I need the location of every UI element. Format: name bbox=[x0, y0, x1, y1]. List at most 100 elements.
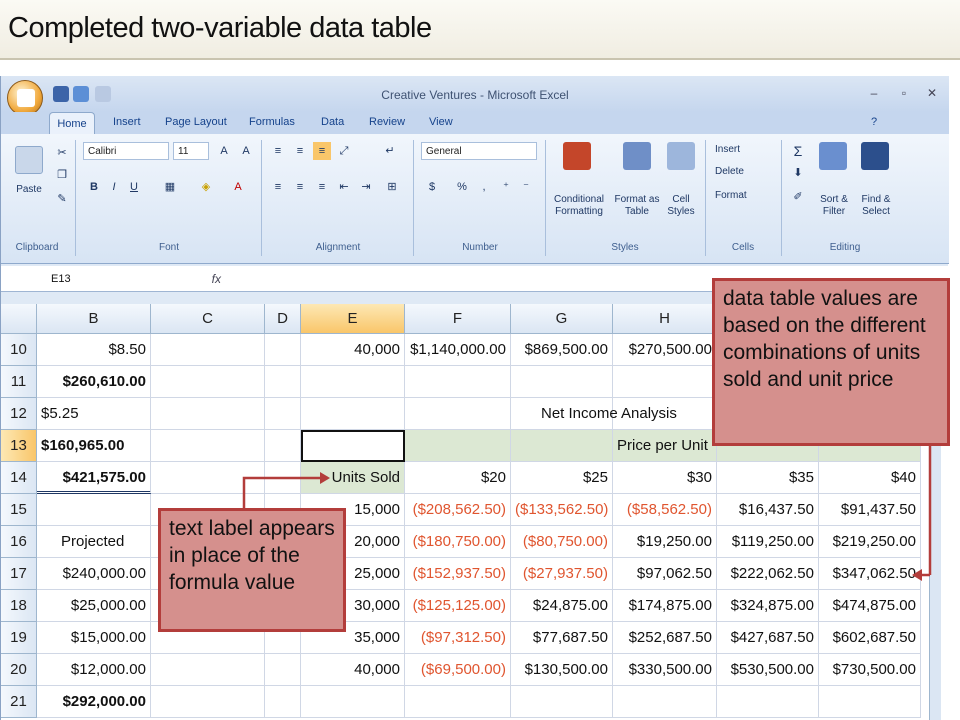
cell-g13[interactable] bbox=[511, 430, 613, 462]
align-middle-icon[interactable]: ≡ bbox=[291, 142, 309, 160]
cell-b20[interactable]: $12,000.00 bbox=[37, 654, 151, 686]
decrease-indent-icon[interactable]: ⇤ bbox=[335, 178, 353, 196]
row-header[interactable]: 11 bbox=[1, 366, 37, 398]
tab-formulas[interactable]: Formulas bbox=[249, 116, 295, 128]
cell-i14[interactable]: $35 bbox=[717, 462, 819, 494]
restore-icon[interactable]: ▫ bbox=[895, 86, 913, 100]
cell-c13[interactable] bbox=[151, 430, 265, 462]
percent-icon[interactable]: % bbox=[453, 178, 471, 196]
borders-icon[interactable]: ▦ bbox=[161, 178, 179, 196]
row-header[interactable]: 12 bbox=[1, 398, 37, 430]
align-bottom-icon[interactable]: ≡ bbox=[313, 142, 331, 160]
column-header-d[interactable]: D bbox=[265, 304, 301, 334]
function-icon[interactable]: fx bbox=[151, 270, 221, 288]
cell-styles-icon[interactable] bbox=[667, 142, 695, 170]
shrink-font-icon[interactable]: A bbox=[237, 142, 255, 160]
cell-b15[interactable] bbox=[37, 494, 151, 526]
cell-i16[interactable]: $119,250.00 bbox=[717, 526, 819, 558]
clear-icon[interactable]: ✐ bbox=[789, 188, 807, 206]
cell-g15[interactable]: ($133,562.50) bbox=[511, 494, 613, 526]
cell-b10[interactable]: $8.50 bbox=[37, 334, 151, 366]
cell-f18[interactable]: ($125,125.00) bbox=[405, 590, 511, 622]
column-header-h[interactable]: H bbox=[613, 304, 717, 334]
cell-f19[interactable]: ($97,312.50) bbox=[405, 622, 511, 654]
column-header-g[interactable]: G bbox=[511, 304, 613, 334]
cell-i15[interactable]: $16,437.50 bbox=[717, 494, 819, 526]
conditional-formatting-icon[interactable] bbox=[563, 142, 591, 170]
cell-j16[interactable]: $219,250.00 bbox=[819, 526, 921, 558]
cell-d20[interactable] bbox=[265, 654, 301, 686]
cell-d11[interactable] bbox=[265, 366, 301, 398]
cell-c14[interactable] bbox=[151, 462, 265, 494]
format-as-table-icon[interactable] bbox=[623, 142, 651, 170]
increase-indent-icon[interactable]: ⇥ bbox=[357, 178, 375, 196]
cell-f10[interactable]: $1,140,000.00 bbox=[405, 334, 511, 366]
cell-c12[interactable] bbox=[151, 398, 265, 430]
cell-f20[interactable]: ($69,500.00) bbox=[405, 654, 511, 686]
cell-j18[interactable]: $474,875.00 bbox=[819, 590, 921, 622]
row-header[interactable]: 19 bbox=[1, 622, 37, 654]
underline-icon[interactable]: U bbox=[125, 178, 143, 196]
cell-d12[interactable] bbox=[265, 398, 301, 430]
cell-g21[interactable] bbox=[511, 686, 613, 718]
number-format-select[interactable]: General bbox=[421, 142, 537, 160]
cell-f14[interactable]: $20 bbox=[405, 462, 511, 494]
paste-button[interactable]: Paste bbox=[9, 184, 49, 196]
find-select-button[interactable]: Find & Select bbox=[853, 194, 899, 218]
cell-j14[interactable]: $40 bbox=[819, 462, 921, 494]
format-cells-button[interactable]: Format bbox=[715, 190, 775, 202]
cell-i20[interactable]: $530,500.00 bbox=[717, 654, 819, 686]
comma-icon[interactable]: , bbox=[475, 178, 493, 196]
font-name-select[interactable]: Calibri bbox=[83, 142, 169, 160]
tab-page-layout[interactable]: Page Layout bbox=[165, 116, 227, 128]
cell-g10[interactable]: $869,500.00 bbox=[511, 334, 613, 366]
cell-b19[interactable]: $15,000.00 bbox=[37, 622, 151, 654]
cell-e13[interactable] bbox=[301, 430, 405, 462]
close-icon[interactable]: ✕ bbox=[923, 86, 941, 100]
cell-j20[interactable]: $730,500.00 bbox=[819, 654, 921, 686]
find-select-icon[interactable] bbox=[861, 142, 889, 170]
cell-b12[interactable]: $5.25 bbox=[37, 398, 151, 430]
cell-f11[interactable] bbox=[405, 366, 511, 398]
bold-icon[interactable]: B bbox=[85, 178, 103, 196]
align-left-icon[interactable]: ≡ bbox=[269, 178, 287, 196]
cell-c20[interactable] bbox=[151, 654, 265, 686]
format-as-table-button[interactable]: Format as Table bbox=[613, 194, 661, 218]
row-header[interactable]: 16 bbox=[1, 526, 37, 558]
cell-h11[interactable] bbox=[613, 366, 717, 398]
cell-f17[interactable]: ($152,937.50) bbox=[405, 558, 511, 590]
row-header[interactable]: 14 bbox=[1, 462, 37, 494]
increase-decimal-icon[interactable]: ⁺ bbox=[497, 178, 515, 196]
cell-c11[interactable] bbox=[151, 366, 265, 398]
cell-h21[interactable] bbox=[613, 686, 717, 718]
cell-j21[interactable] bbox=[819, 686, 921, 718]
paste-icon[interactable] bbox=[15, 146, 43, 174]
cell-g12[interactable]: Net Income Analysis bbox=[511, 398, 677, 430]
cell-g11[interactable] bbox=[511, 366, 613, 398]
cell-e14[interactable]: Units Sold bbox=[301, 462, 405, 494]
column-header-f[interactable]: F bbox=[405, 304, 511, 334]
cell-h13[interactable]: Price per Unit bbox=[613, 430, 717, 462]
tab-view[interactable]: View bbox=[429, 116, 453, 128]
cell-e12[interactable] bbox=[301, 398, 405, 430]
name-box[interactable]: E13 bbox=[7, 270, 147, 288]
row-header[interactable]: 20 bbox=[1, 654, 37, 686]
align-top-icon[interactable]: ≡ bbox=[269, 142, 287, 160]
tab-home[interactable]: Home bbox=[49, 112, 95, 136]
wrap-text-icon[interactable]: ↵ bbox=[381, 142, 399, 160]
cell-h14[interactable]: $30 bbox=[613, 462, 717, 494]
cell-f15[interactable]: ($208,562.50) bbox=[405, 494, 511, 526]
column-header-c[interactable]: C bbox=[151, 304, 265, 334]
cell-h20[interactable]: $330,500.00 bbox=[613, 654, 717, 686]
row-header[interactable]: 10 bbox=[1, 334, 37, 366]
row-header[interactable]: 17 bbox=[1, 558, 37, 590]
cell-g14[interactable]: $25 bbox=[511, 462, 613, 494]
sort-filter-icon[interactable] bbox=[819, 142, 847, 170]
cell-g19[interactable]: $77,687.50 bbox=[511, 622, 613, 654]
orientation-icon[interactable]: ⤢ bbox=[335, 142, 353, 160]
tab-review[interactable]: Review bbox=[369, 116, 405, 128]
autosum-icon[interactable]: Σ bbox=[789, 142, 807, 160]
format-painter-icon[interactable]: ✎ bbox=[53, 190, 71, 208]
row-header[interactable]: 21 bbox=[1, 686, 37, 718]
cell-styles-button[interactable]: Cell Styles bbox=[661, 194, 701, 218]
